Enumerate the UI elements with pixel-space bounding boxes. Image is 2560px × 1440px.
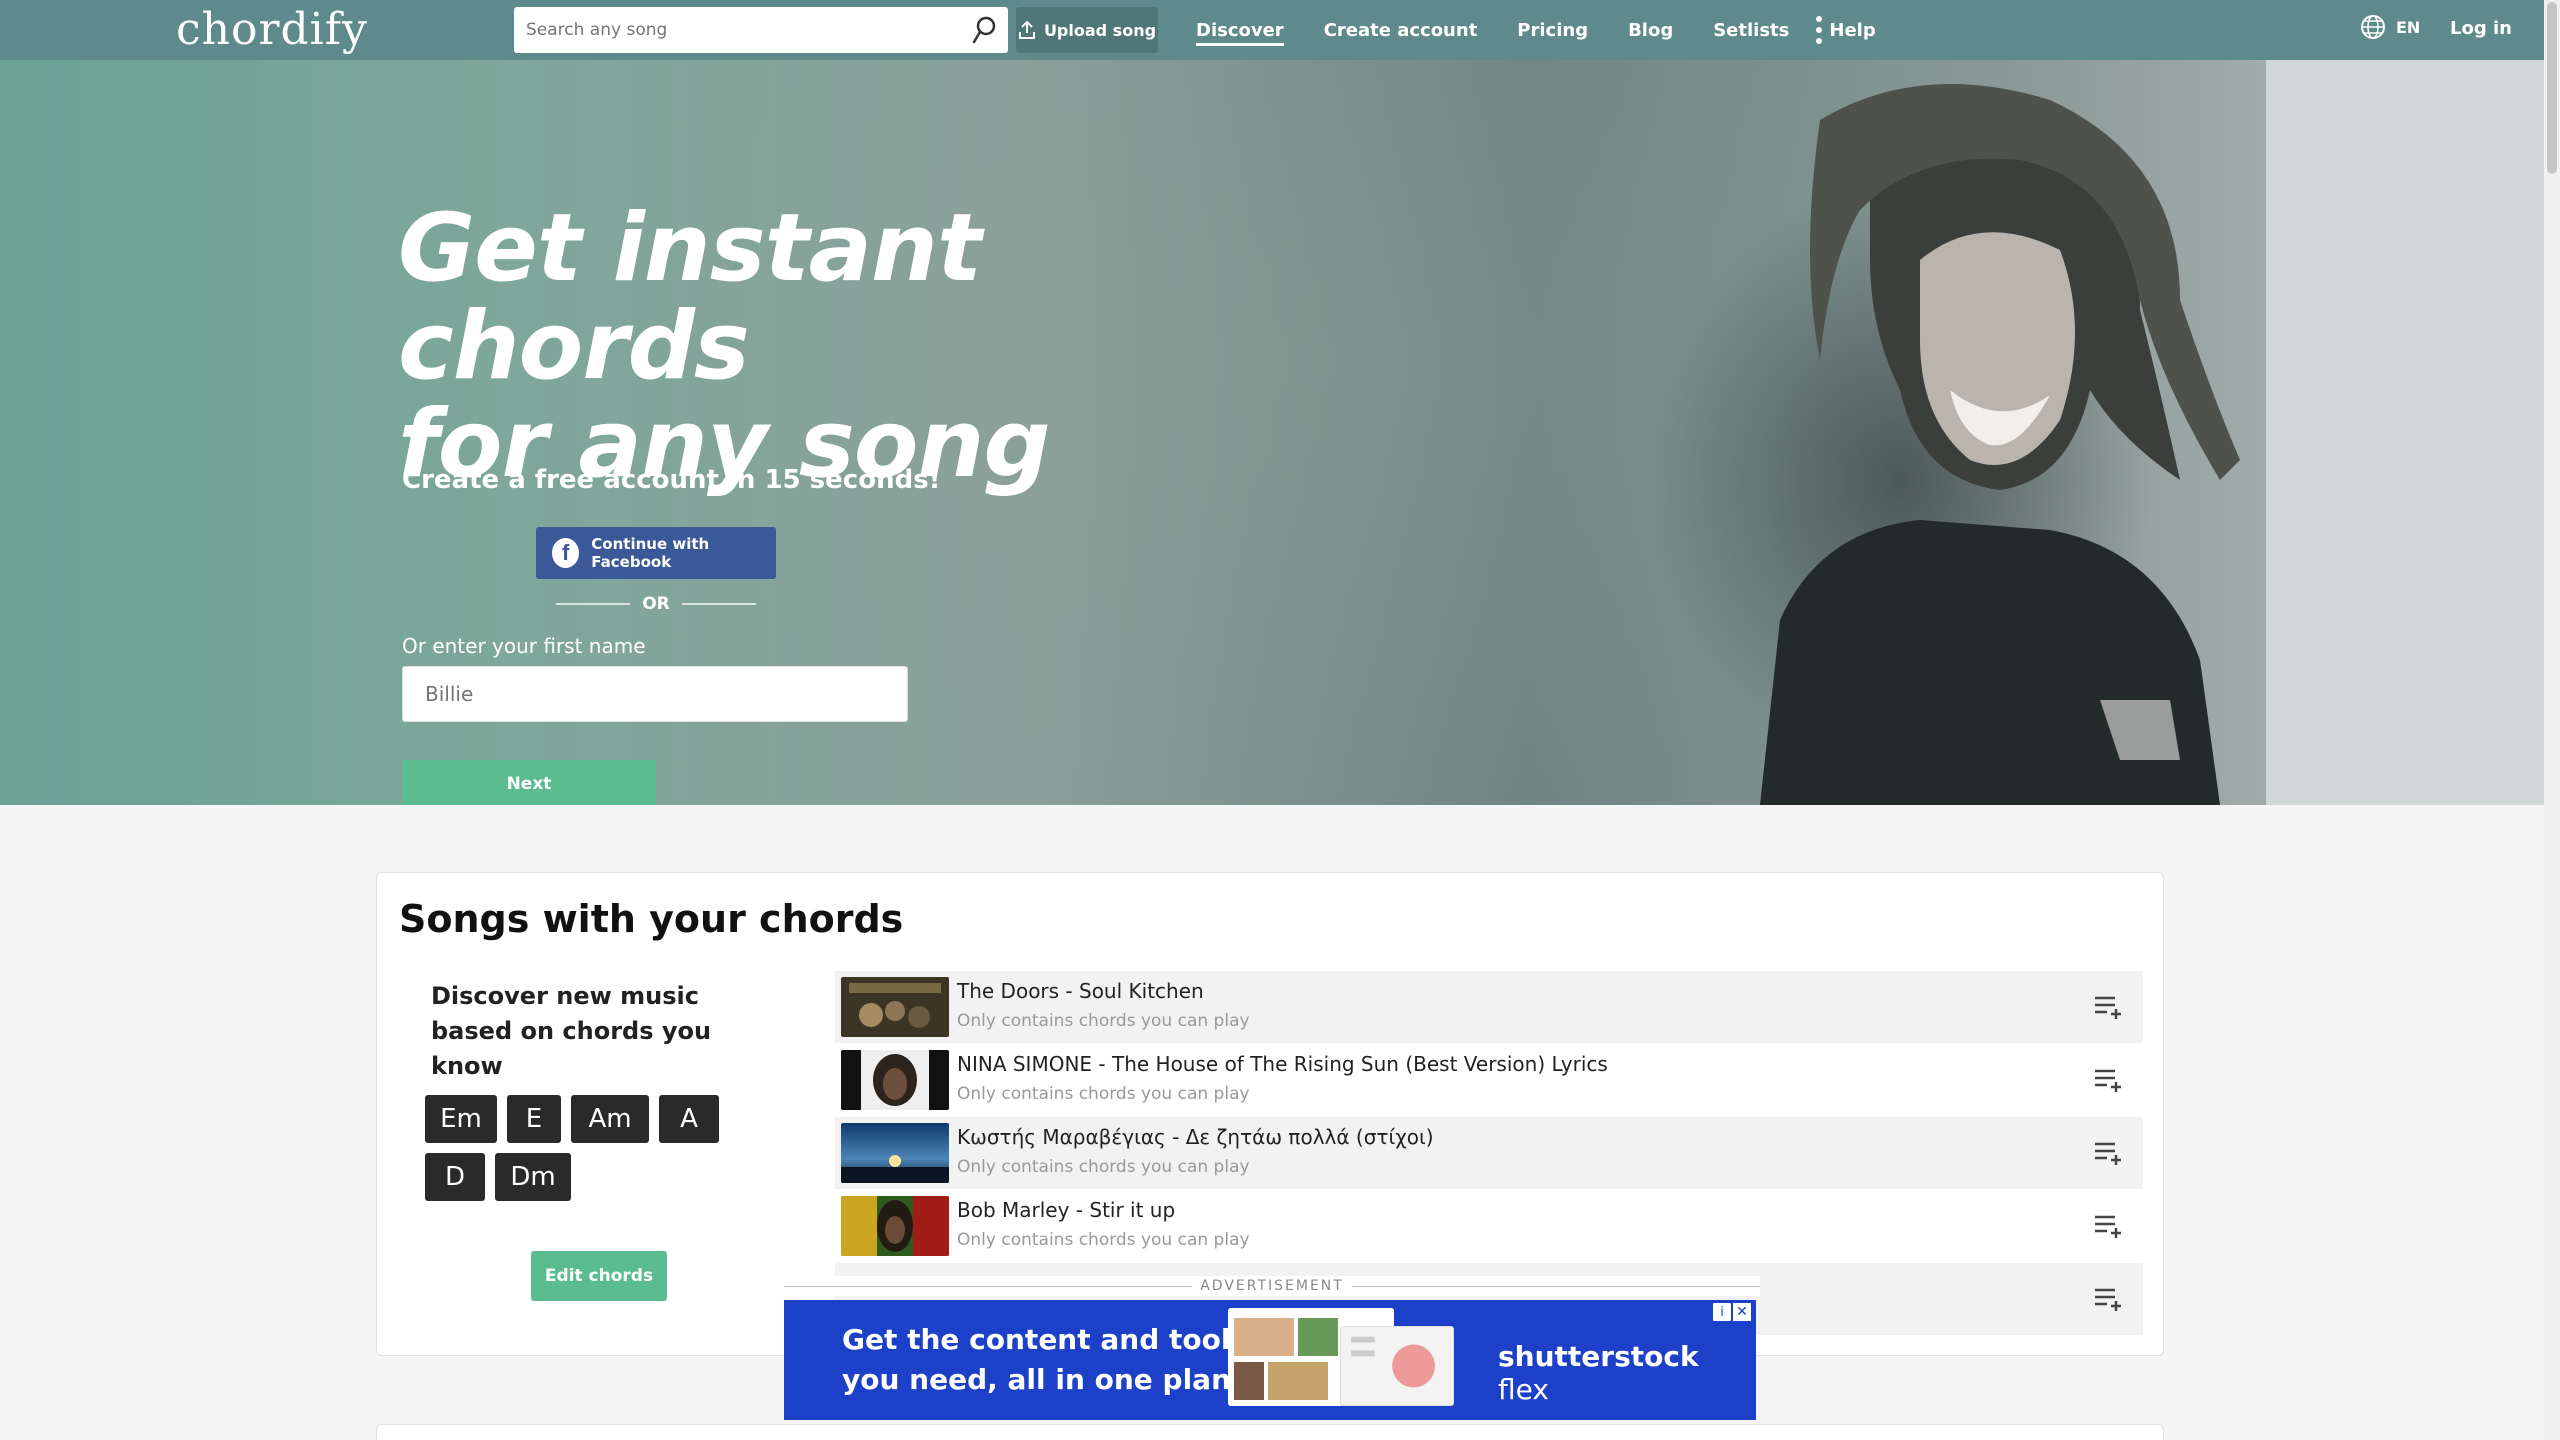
- song-subtitle: Only contains chords you can play: [957, 1230, 1250, 1250]
- chord-chip[interactable]: A: [659, 1095, 719, 1143]
- chord-chip[interactable]: Dm: [495, 1153, 571, 1201]
- hero-title-line1: Get instant chords: [398, 194, 982, 401]
- scrollbar-track[interactable]: [2544, 0, 2560, 1440]
- facebook-button-label: Continue with Facebook: [591, 535, 710, 571]
- chordify-logo[interactable]: chordify: [176, 4, 368, 55]
- next-button[interactable]: Next: [402, 760, 656, 805]
- song-row[interactable]: The Doors - Soul Kitchen Only contains c…: [835, 971, 2143, 1043]
- song-title[interactable]: Bob Marley - Stir it up: [957, 1198, 1175, 1222]
- language-code: EN: [2396, 17, 2421, 37]
- add-to-queue-icon[interactable]: [2093, 1285, 2123, 1313]
- upload-icon: [1018, 20, 1035, 39]
- song-title[interactable]: NINA SIMONE - The House of The Rising Su…: [957, 1052, 1608, 1076]
- next-section-card: [376, 1424, 2164, 1440]
- advertisement-banner[interactable]: Get the content and tools you need, all …: [784, 1300, 1756, 1420]
- discover-text: Discover new music based on chords you k…: [431, 982, 712, 1080]
- edit-chords-button[interactable]: Edit chords: [531, 1251, 667, 1301]
- add-to-queue-icon[interactable]: [2093, 1066, 2123, 1094]
- song-subtitle: Only contains chords you can play: [957, 1084, 1250, 1104]
- song-title[interactable]: Κωστής Μαραβέγιας - Δε ζητάω πολλά (στίχ…: [957, 1125, 1434, 1149]
- or-label: OR: [642, 594, 670, 614]
- upload-song-button[interactable]: Upload song: [1016, 7, 1158, 53]
- add-to-queue-icon[interactable]: [2093, 1139, 2123, 1167]
- album-thumbnail: [841, 1123, 949, 1183]
- top-nav: chordify Upload song Discover Create acc…: [0, 0, 2544, 60]
- song-title[interactable]: The Doors - Soul Kitchen: [957, 979, 1204, 1003]
- ad-headline: Get the content and tools you need, all …: [842, 1320, 1252, 1400]
- search-input[interactable]: [526, 20, 946, 40]
- first-name-label: Or enter your first name: [402, 634, 646, 658]
- ad-info-icon[interactable]: i: [1712, 1302, 1732, 1322]
- advertisement-text: ADVERTISEMENT: [1200, 1278, 1344, 1294]
- album-thumbnail: [841, 1050, 949, 1110]
- continue-with-facebook-button[interactable]: f Continue with Facebook: [536, 527, 776, 579]
- nav-create-account[interactable]: Create account: [1324, 0, 1478, 60]
- ad-brand: shutterstock flex: [1498, 1340, 1699, 1406]
- nav-help[interactable]: Help: [1829, 0, 1875, 60]
- album-thumbnail: [841, 977, 949, 1037]
- song-row[interactable]: NINA SIMONE - The House of The Rising Su…: [835, 1044, 2143, 1116]
- hero-right-edge: [2266, 60, 2544, 805]
- song-row[interactable]: Κωστής Μαραβέγιας - Δε ζητάω πολλά (στίχ…: [835, 1117, 2143, 1189]
- nav-blog[interactable]: Blog: [1628, 0, 1673, 60]
- chord-chip[interactable]: Em: [425, 1095, 497, 1143]
- hero-title: Get instant chords for any song: [398, 200, 1298, 494]
- album-thumbnail: [841, 1196, 949, 1256]
- ad-close-icon[interactable]: ✕: [1732, 1302, 1752, 1322]
- language-selector[interactable]: EN: [2360, 14, 2420, 40]
- nav-pricing[interactable]: Pricing: [1517, 0, 1588, 60]
- search-icon[interactable]: [970, 15, 998, 45]
- upload-song-label: Upload song: [1043, 20, 1157, 40]
- chord-chip[interactable]: E: [507, 1095, 561, 1143]
- nav-setlists[interactable]: Setlists: [1713, 0, 1789, 60]
- advertisement-label: ADVERTISEMENT: [784, 1276, 1761, 1296]
- first-name-input[interactable]: [402, 666, 908, 722]
- facebook-icon: f: [552, 538, 580, 568]
- chord-chip[interactable]: Am: [571, 1095, 649, 1143]
- ad-product-image-2: [1340, 1326, 1454, 1406]
- hero-person-photo: [1760, 84, 2240, 805]
- more-menu-icon[interactable]: [1812, 16, 1826, 44]
- chord-chip[interactable]: D: [425, 1153, 485, 1201]
- song-subtitle: Only contains chords you can play: [957, 1157, 1250, 1177]
- scrollbar-thumb[interactable]: [2547, 2, 2557, 174]
- globe-icon: [2361, 15, 2385, 39]
- section-title: Songs with your chords: [399, 897, 904, 941]
- search-box[interactable]: [514, 7, 1008, 53]
- add-to-queue-icon[interactable]: [2093, 993, 2123, 1021]
- nav-links: Discover Create account Pricing Blog Set…: [1196, 0, 1916, 60]
- ad-line1: Get the content and tools: [842, 1323, 1248, 1356]
- add-to-queue-icon[interactable]: [2093, 1212, 2123, 1240]
- hero-banner: Get instant chords for any song Create a…: [0, 60, 2544, 805]
- nav-discover[interactable]: Discover: [1196, 0, 1284, 60]
- hero-subtitle: Create a free account in 15 seconds!: [402, 465, 941, 495]
- ad-line2: you need, all in one plan ›: [842, 1363, 1252, 1396]
- song-subtitle: Only contains chords you can play: [957, 1011, 1250, 1031]
- song-row[interactable]: Bob Marley - Stir it up Only contains ch…: [835, 1190, 2143, 1262]
- or-divider: OR: [556, 594, 757, 614]
- login-link[interactable]: Log in: [2450, 18, 2512, 39]
